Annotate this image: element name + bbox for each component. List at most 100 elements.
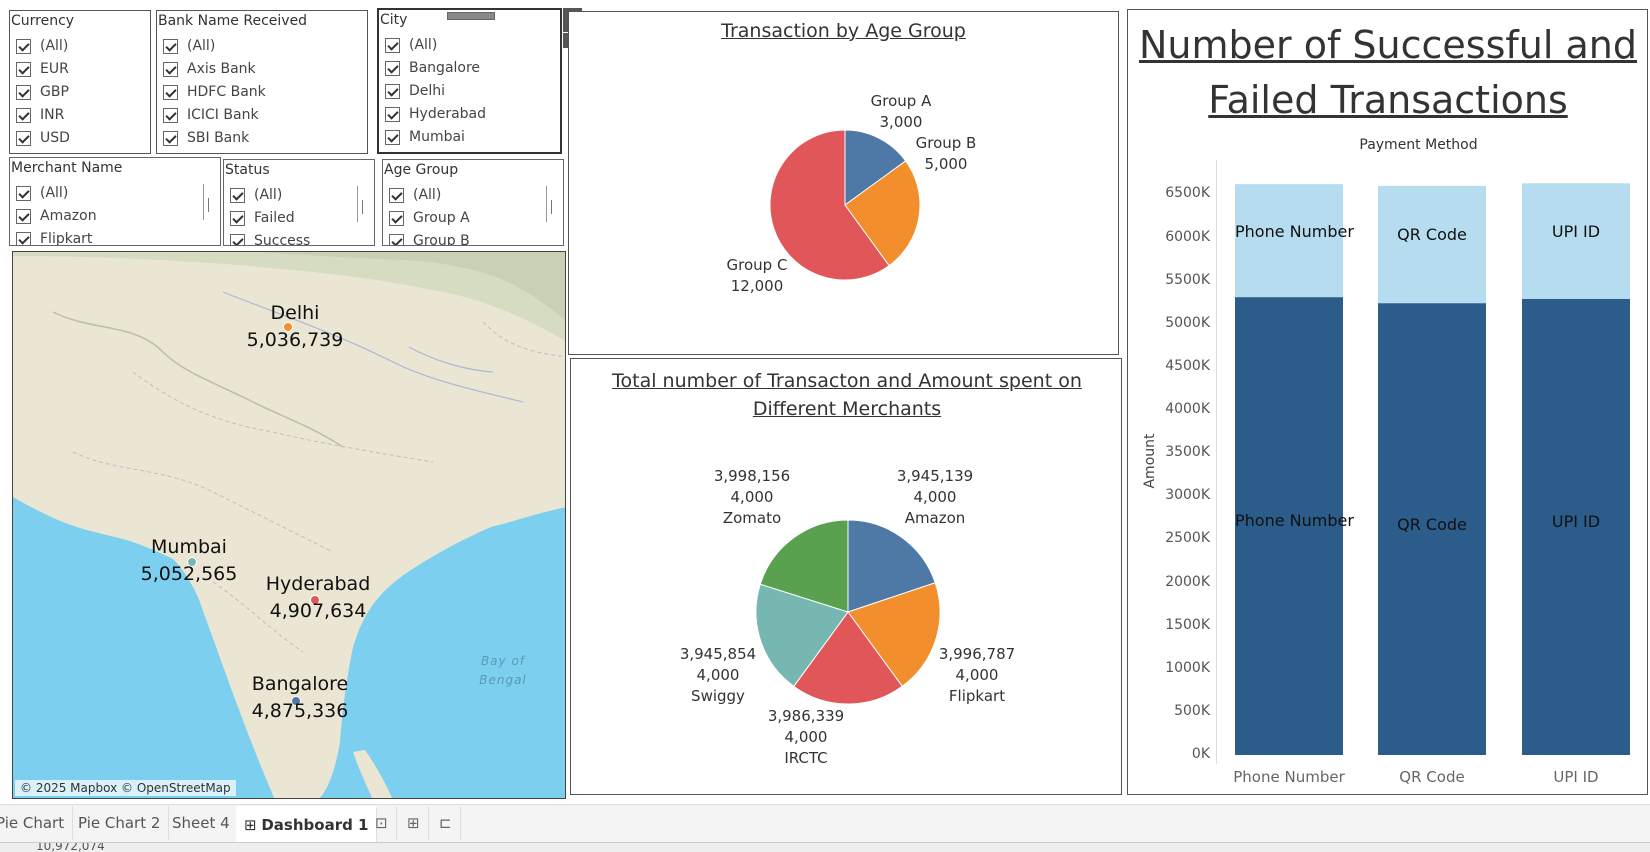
currency-filter: Currency (All) EUR GBP INR USD xyxy=(9,10,151,154)
city-filter: City (All) Bangalore Delhi Hyderabad Mum… xyxy=(377,8,562,154)
map-label-mumbai: Mumbai 5,052,565 xyxy=(140,536,238,585)
new-story-icon: ⊏ xyxy=(439,814,452,832)
city-item-hyderabad[interactable]: Hyderabad xyxy=(385,106,486,122)
bank-item-all[interactable]: (All) xyxy=(163,38,215,54)
bank-item-axis[interactable]: Axis Bank xyxy=(163,61,256,77)
city-map[interactable]: Delhi 5,036,739 Mumbai 5,052,565 Hyderabad… xyxy=(12,251,566,799)
checkbox-icon[interactable] xyxy=(16,107,31,123)
dashboard-icon: ⊞ xyxy=(244,816,262,834)
bar-segment-upi-id-1[interactable] xyxy=(1522,183,1630,299)
checkbox-icon[interactable] xyxy=(163,84,178,100)
age-label-group-a: Group A 3,000 xyxy=(870,92,932,131)
age-scrollbar[interactable] xyxy=(546,186,557,222)
new-worksheet-icon: ⊡ xyxy=(375,814,388,832)
bank-filter-title: Bank Name Received xyxy=(158,13,308,29)
bar-segment-qr-code-1[interactable] xyxy=(1378,185,1486,304)
bar-segment-phone-number-1[interactable] xyxy=(1235,184,1343,298)
checkbox-icon[interactable] xyxy=(163,107,178,123)
currency-item-usd[interactable]: USD xyxy=(16,130,70,146)
merchant-label-zomato: 3,998,156 4,000 Zomato xyxy=(713,467,791,527)
map-attribution: © 2025 Mapbox © OpenStreetMap xyxy=(15,780,236,796)
bar-chart-plot xyxy=(1235,183,1630,755)
merchant-item-amazon[interactable]: Amazon xyxy=(16,208,97,224)
bank-item-hdfc[interactable]: HDFC Bank xyxy=(163,84,266,100)
checkbox-icon[interactable] xyxy=(389,210,404,226)
merchant-filter-title: Merchant Name xyxy=(11,160,123,176)
city-item-delhi[interactable]: Delhi xyxy=(385,83,445,99)
tab-pie-chart-2[interactable]: Pie Chart 2 xyxy=(70,806,170,840)
bar-segment-label: QR Code xyxy=(1397,514,1467,534)
currency-item-all[interactable]: (All) xyxy=(16,38,68,54)
merchant-item-flipkart[interactable]: Flipkart xyxy=(16,231,92,245)
checkbox-icon[interactable] xyxy=(389,187,404,203)
currency-item-gbp[interactable]: GBP xyxy=(16,84,69,100)
bar-segment-label: QR Code xyxy=(1397,225,1467,245)
status-item-failed[interactable]: Failed xyxy=(230,210,295,226)
bay-of-bengal-label: Bay of Bengal xyxy=(479,654,527,687)
x-tick: UPI ID xyxy=(1553,768,1599,786)
status-item-success[interactable]: Success xyxy=(230,233,310,245)
checkbox-icon[interactable] xyxy=(230,233,245,245)
currency-item-inr[interactable]: INR xyxy=(16,107,64,123)
age-group-filter-title: Age Group xyxy=(384,162,459,178)
checkbox-icon[interactable] xyxy=(16,61,31,77)
checkbox-icon[interactable] xyxy=(163,38,178,54)
new-worksheet-button[interactable]: ⊡ xyxy=(367,806,397,840)
new-dashboard-button[interactable]: ⊞ xyxy=(399,806,429,840)
checkbox-icon[interactable] xyxy=(385,106,400,122)
merchant-filter: Merchant Name (All) Amazon Flipkart xyxy=(9,157,221,246)
checkbox-icon[interactable] xyxy=(16,38,31,54)
age-item-group-a[interactable]: Group A xyxy=(389,210,470,226)
bank-item-icici[interactable]: ICICI Bank xyxy=(163,107,259,123)
map-label-bangalore: Bangalore 4,875,336 xyxy=(251,673,349,722)
tab-sheet-4[interactable]: Sheet 4 xyxy=(164,806,239,840)
status-item-all[interactable]: (All) xyxy=(230,187,282,203)
age-item-group-b[interactable]: Group B xyxy=(389,233,470,245)
city-item-mumbai[interactable]: Mumbai xyxy=(385,129,465,145)
merchant-label-flipkart: 3,996,787 4,000 Flipkart xyxy=(938,645,1016,705)
map-label-delhi: Delhi 5,036,739 xyxy=(246,302,344,351)
checkbox-icon[interactable] xyxy=(230,210,245,226)
age-group-filter: Age Group (All) Group A Group B xyxy=(382,159,564,246)
bar-segment-label: Phone Number xyxy=(1235,511,1354,531)
currency-item-eur[interactable]: EUR xyxy=(16,61,69,77)
bank-filter: Bank Name Received (All) Axis Bank HDFC … xyxy=(156,10,368,154)
merchant-label-amazon: 3,945,139 4,000 Amazon xyxy=(896,467,974,527)
checkbox-icon[interactable] xyxy=(163,130,178,146)
status-filter: Status (All) Failed Success xyxy=(223,159,375,246)
checkbox-icon[interactable] xyxy=(16,231,31,245)
city-item-bangalore[interactable]: Bangalore xyxy=(385,60,480,76)
status-filter-title: Status xyxy=(225,162,270,178)
merchant-item-all[interactable]: (All) xyxy=(16,185,68,201)
tab-dashboard-1[interactable]: ⊞ Dashboard 1 xyxy=(236,806,378,842)
city-item-all[interactable]: (All) xyxy=(385,37,437,53)
tab-pie-chart[interactable]: Pie Chart xyxy=(0,806,74,840)
merchant-pie-panel: Total number of Transacton and Amount sp… xyxy=(570,358,1122,795)
checkbox-icon[interactable] xyxy=(16,84,31,100)
drag-handle[interactable] xyxy=(447,12,495,20)
checkbox-icon[interactable] xyxy=(385,83,400,99)
checkbox-icon[interactable] xyxy=(16,185,31,201)
checkbox-icon[interactable] xyxy=(16,208,31,224)
x-tick: QR Code xyxy=(1399,768,1465,786)
age-item-all[interactable]: (All) xyxy=(389,187,441,203)
bar-segment-label: UPI ID xyxy=(1551,221,1601,241)
checkbox-icon[interactable] xyxy=(385,60,400,76)
bar-segment-label: Phone Number xyxy=(1235,221,1354,241)
checkbox-icon[interactable] xyxy=(230,187,245,203)
age-pie-chart xyxy=(769,129,921,281)
checkbox-icon[interactable] xyxy=(163,61,178,77)
age-group-pie-panel: Transaction by Age Group Group A 3,000 Gr… xyxy=(568,11,1119,355)
checkbox-icon[interactable] xyxy=(385,37,400,53)
checkbox-icon[interactable] xyxy=(16,130,31,146)
checkbox-icon[interactable] xyxy=(389,233,404,245)
merchant-label-irctc: 3,986,339 4,000 IRCTC xyxy=(767,707,845,767)
currency-filter-title: Currency xyxy=(11,13,75,29)
new-story-button[interactable]: ⊏ xyxy=(431,806,461,840)
bar-segment-label: UPI ID xyxy=(1551,512,1601,532)
bank-item-sbi[interactable]: SBI Bank xyxy=(163,130,249,146)
map-label-hyderabad: Hyderabad 4,907,634 xyxy=(265,573,371,622)
checkbox-icon[interactable] xyxy=(385,129,400,145)
status-scrollbar[interactable] xyxy=(357,186,368,222)
merchant-scrollbar[interactable] xyxy=(203,184,214,220)
